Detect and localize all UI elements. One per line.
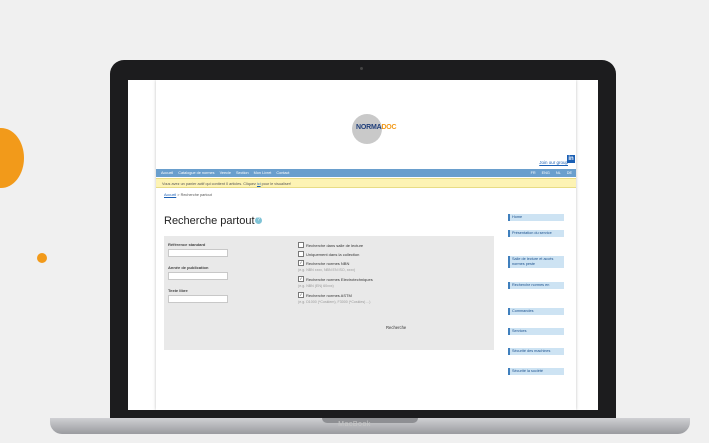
checkbox[interactable] [298,251,304,257]
help-icon[interactable]: ? [255,217,262,224]
nav-item-contact[interactable]: Contact [276,171,289,175]
decorative-orange-circle [0,128,24,188]
checkbox-checked[interactable]: ✓ [298,292,304,298]
breadcrumb: Accueil > Recherche partout [164,193,212,197]
option-reading-room[interactable]: Recherche dans salle de lecture [298,242,363,248]
lang-eng[interactable]: ENG [542,171,550,175]
sidebar-item-search-norms[interactable]: Recherche normes en [508,282,564,289]
lang-de[interactable]: DE [567,171,572,175]
nav-item-accueil[interactable]: Accueil [161,171,173,175]
reference-input[interactable] [168,249,228,257]
free-text-label: Texte libre [168,288,188,293]
hint-astm: (e.g. D1000 (*Cosklem), F3000 (*Coskles)… [298,300,371,304]
nav-item-catalogue[interactable]: Catalogue de normes [178,171,214,175]
main-nav: Accueil Catalogue de normes Veecle Secti… [156,169,576,177]
breadcrumb-current: > Recherche partout [176,193,212,197]
macbook-label: MacBook [338,421,371,428]
sidebar-item-home[interactable]: Home [508,214,564,221]
nav-item-section[interactable]: Section [236,171,249,175]
breadcrumb-home[interactable]: Accueil [164,193,176,197]
sidebar-item-company-safety[interactable]: Sécurité la société [508,368,564,375]
logo-text: NORMADOC [356,124,397,131]
sidebar-item-machine-safety[interactable]: Sécurité des machines [508,348,564,355]
option-electrotechnical[interactable]: ✓ Recherche normes Electrotechniques [298,276,373,282]
join-group-link[interactable]: Join our group [539,160,568,165]
search-panel: Référence standard Année de publication … [164,236,494,350]
camera-icon [360,67,363,70]
lang-nl[interactable]: NL [556,171,561,175]
normadoc-logo[interactable]: NORMADOC [352,110,412,146]
free-text-input[interactable] [168,295,228,303]
cart-notice: Vous avez un panier actif qui contient 0… [156,178,576,188]
search-button[interactable]: Recherche [386,325,406,330]
nav-item-mon-livret[interactable]: Mon Livret [254,171,272,175]
laptop-screen: NORMADOC Join our group in Accueil Catal… [128,80,598,410]
sidebar-item-presentation[interactable]: Présentation du service [508,230,564,237]
laptop-lid: NORMADOC Join our group in Accueil Catal… [110,60,616,422]
option-collection-only[interactable]: Uniquement dans la collection [298,251,359,257]
linkedin-icon[interactable]: in [567,155,575,163]
checkbox-checked[interactable]: ✓ [298,260,304,266]
hint-nbn: (e.g. NBN xxxx, NBN EN ISO, xxxx) [298,268,356,272]
year-label: Année de publication [168,265,209,270]
option-nbn[interactable]: ✓ Recherche normes NBN [298,260,349,266]
page-title: Recherche partout [164,215,255,227]
decorative-orange-dot [37,253,47,263]
hint-electrotechnical: (e.g. NBN (EN) 60xxx) [298,284,334,288]
lang-fr[interactable]: FR [531,171,536,175]
sidebar-item-orders[interactable]: Commandes [508,308,564,315]
option-astm[interactable]: ✓ Recherche normes ASTM [298,292,352,298]
checkbox-checked[interactable]: ✓ [298,276,304,282]
sidebar-item-reading-room[interactable]: Salle de lecture et accès normes peste [508,256,564,268]
checkbox[interactable] [298,242,304,248]
sidebar-item-services[interactable]: Services [508,328,564,335]
nav-item-veecle[interactable]: Veecle [220,171,231,175]
year-input[interactable] [168,272,228,280]
language-switcher: FR ENG NL DE [525,171,572,175]
website-frame: NORMADOC Join our group in Accueil Catal… [156,80,576,410]
reference-label: Référence standard [168,242,206,247]
